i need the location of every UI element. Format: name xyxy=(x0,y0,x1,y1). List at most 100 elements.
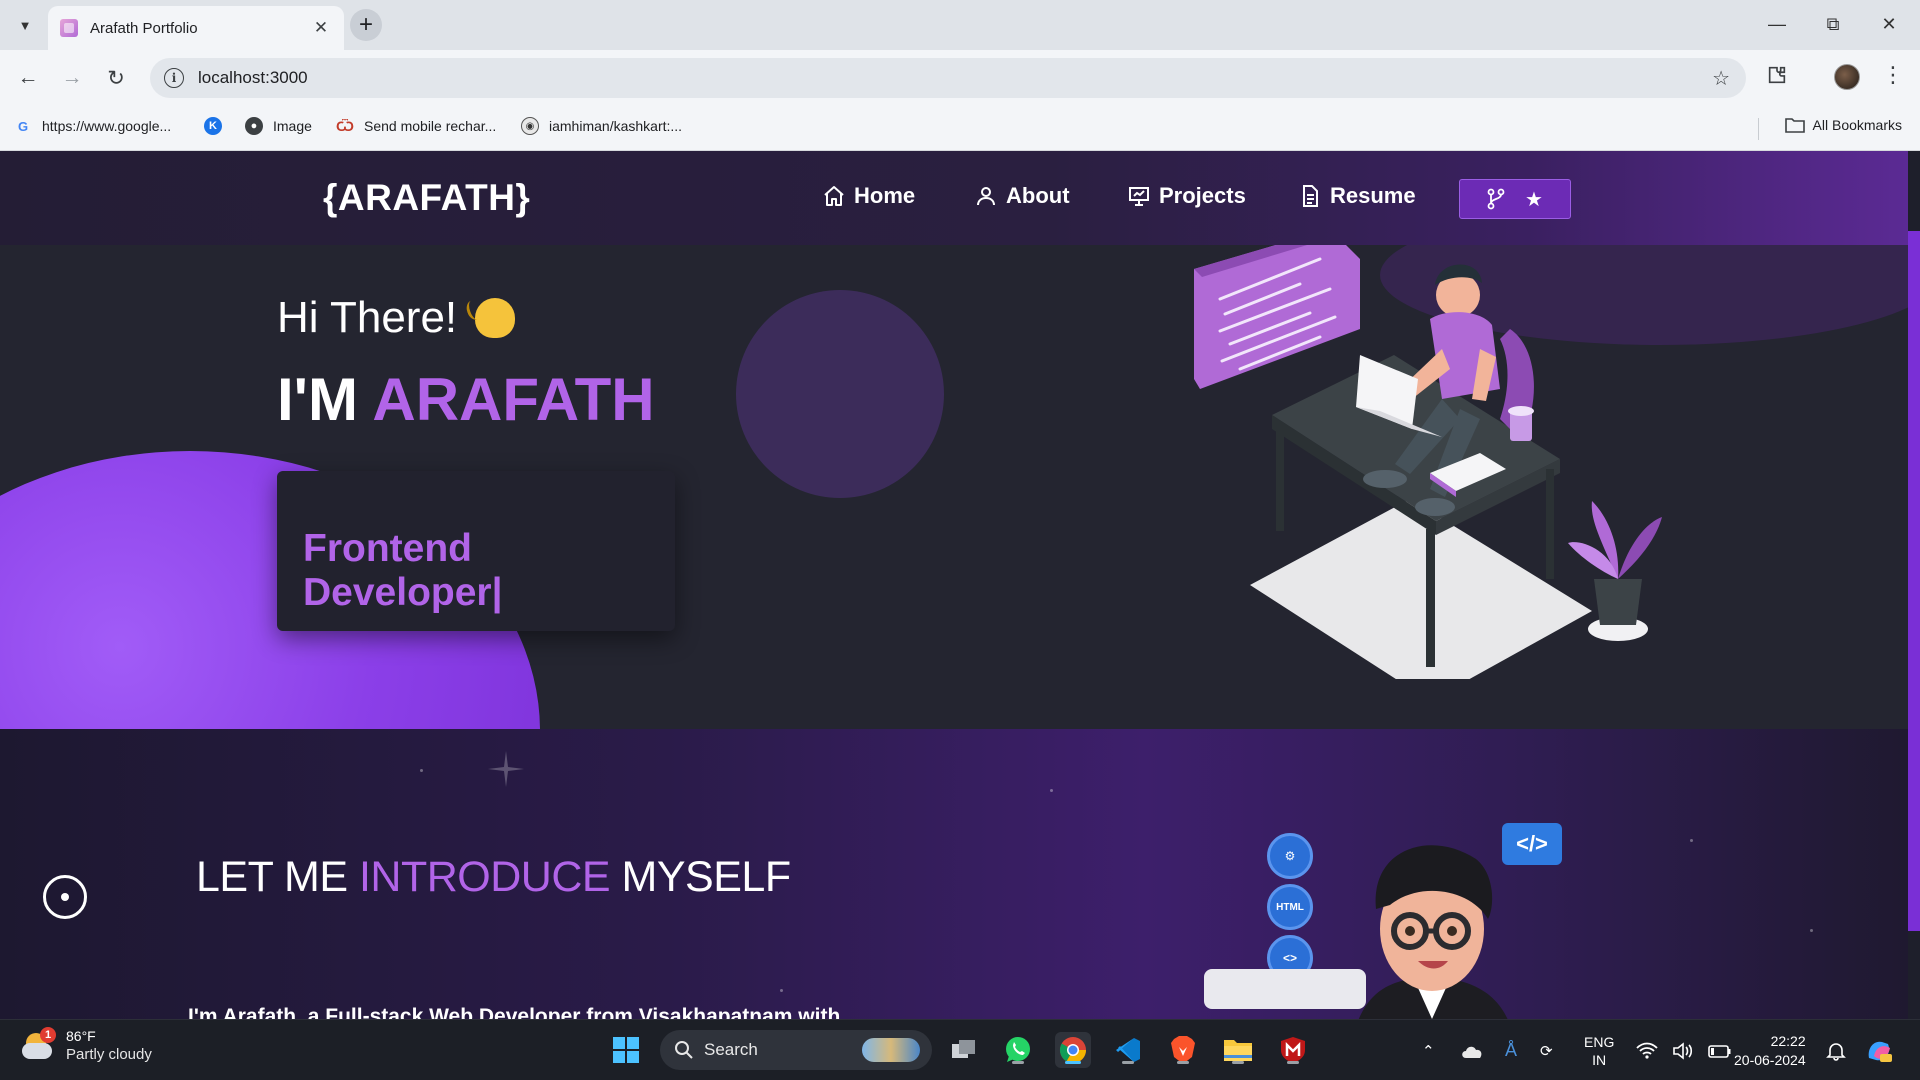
new-tab-button[interactable]: + xyxy=(350,9,382,41)
nav-resume-label: Resume xyxy=(1330,183,1416,208)
extensions-puzzle-icon[interactable] xyxy=(1766,64,1788,92)
notification-icon[interactable] xyxy=(1826,1020,1846,1080)
url-text[interactable]: localhost:3000 xyxy=(198,68,308,88)
browser-tabbar: ▼ Arafath Portfolio ✕ + — ⧉ ✕ xyxy=(0,0,1920,50)
volume-icon xyxy=(1673,1041,1693,1060)
minimize-button[interactable]: — xyxy=(1754,8,1800,40)
taskbar-search[interactable]: Search xyxy=(660,1030,932,1070)
language-code: ENG xyxy=(1584,1033,1615,1050)
running-indicator xyxy=(1232,1061,1244,1064)
bookmark-label: iamhiman/kashkart:... xyxy=(549,118,683,134)
bluetooth-icon[interactable]: Å xyxy=(1505,1020,1517,1080)
nav-home-label: Home xyxy=(854,183,916,208)
hero-name-accent: ARAFATH xyxy=(372,366,655,433)
about-title-part2: MYSELF xyxy=(621,853,792,901)
region-code: IN xyxy=(1592,1051,1607,1068)
developer-desk-illustration xyxy=(1194,245,1662,679)
document-icon xyxy=(1303,185,1318,207)
search-placeholder: Search xyxy=(704,1040,758,1059)
search-highlight-image xyxy=(862,1038,920,1062)
weather-widget[interactable]: 1 86°F Partly cloudy xyxy=(22,1026,152,1063)
language-indicator[interactable]: ENG IN xyxy=(1584,1020,1614,1080)
bookmark-label: Send mobile rechar... xyxy=(364,118,497,134)
decorative-star xyxy=(1050,789,1053,792)
hero-name: I'M ARAFATH xyxy=(277,365,655,434)
task-view-icon[interactable] xyxy=(946,1032,982,1068)
about-title-accent: INTRODUCE xyxy=(358,853,611,901)
site-logo[interactable]: {ARAFATH} xyxy=(323,177,530,219)
decorative-star xyxy=(1690,839,1693,842)
site-info-icon[interactable]: i xyxy=(164,68,184,88)
bookmark-star-icon[interactable]: ☆ xyxy=(1712,66,1730,91)
whatsapp-icon[interactable] xyxy=(1000,1032,1036,1068)
bookmark-github[interactable]: ◉ iamhiman/kashkart:... xyxy=(521,117,682,135)
blue-k-icon: K xyxy=(204,117,222,135)
all-bookmarks[interactable]: All Bookmarks xyxy=(1784,117,1902,133)
clock-date: 20-06-2024 xyxy=(1734,1051,1806,1068)
restore-button[interactable]: ⧉ xyxy=(1810,8,1856,40)
iam-prefix: I'M xyxy=(277,366,358,433)
sync-icon[interactable]: ⟳ xyxy=(1540,1020,1553,1080)
code-badge: </> xyxy=(1502,823,1562,865)
scrollbar-thumb[interactable] xyxy=(1908,231,1920,931)
windows-start-icon[interactable] xyxy=(608,1032,644,1068)
all-bookmarks-label: All Bookmarks xyxy=(1812,117,1902,133)
bookmark-image[interactable]: ● Image xyxy=(245,117,312,135)
clock[interactable]: 22:22 20-06-2024 xyxy=(1734,1020,1806,1080)
paytm-icon: Ѿ xyxy=(336,118,354,134)
about-section: LET ME INTRODUCE MYSELF I'm Arafath, a F… xyxy=(0,729,1908,1019)
user-icon xyxy=(977,187,995,206)
hero-greeting: Hi There! xyxy=(277,293,516,343)
tab-favicon-icon xyxy=(60,19,78,37)
running-indicator xyxy=(1012,1061,1024,1064)
nav-about[interactable]: About xyxy=(974,183,1070,209)
copilot-icon[interactable] xyxy=(1864,1020,1894,1080)
vscode-icon[interactable] xyxy=(1110,1032,1146,1068)
onedrive-icon[interactable] xyxy=(1460,1020,1484,1080)
search-icon xyxy=(675,1041,693,1059)
reload-icon[interactable]: ↻ xyxy=(100,62,132,94)
bookmark-k[interactable]: K xyxy=(204,117,232,135)
nav-resume[interactable]: Resume xyxy=(1298,183,1416,209)
address-bar[interactable]: i localhost:3000 ☆ xyxy=(150,58,1746,98)
bookmarks-divider xyxy=(1758,118,1759,140)
file-explorer-icon[interactable] xyxy=(1220,1032,1256,1068)
presentation-icon xyxy=(1129,187,1149,206)
chrome-icon[interactable] xyxy=(1055,1032,1091,1068)
mcafee-icon[interactable] xyxy=(1275,1032,1311,1068)
nav-home[interactable]: Home xyxy=(822,183,915,209)
browser-tab[interactable]: Arafath Portfolio ✕ xyxy=(48,6,344,50)
system-tray-icons[interactable] xyxy=(1636,1020,1732,1080)
decorative-star xyxy=(780,989,783,992)
about-title-part1: LET ME xyxy=(196,853,348,901)
show-hidden-icons[interactable]: ⌃ xyxy=(1422,1020,1435,1080)
brave-icon[interactable] xyxy=(1165,1032,1201,1068)
bookmark-recharge[interactable]: Ѿ Send mobile rechar... xyxy=(336,117,496,135)
waving-hand-icon xyxy=(475,298,516,338)
greeting-text: Hi There! xyxy=(277,293,458,342)
page-scrollbar[interactable] xyxy=(1908,151,1920,1019)
github-fork-star-button[interactable]: ★ xyxy=(1459,179,1571,219)
bookmark-label: Image xyxy=(273,118,312,134)
battery-icon xyxy=(1708,1044,1731,1058)
profile-avatar[interactable] xyxy=(1834,64,1860,90)
nav-projects[interactable]: Projects xyxy=(1127,183,1246,209)
windows-taskbar: 1 86°F Partly cloudy Search ⌃ Å ⟳ ENG IN… xyxy=(0,1019,1920,1080)
running-indicator xyxy=(1287,1061,1299,1064)
decorative-star xyxy=(1810,929,1813,932)
tab-search-chevron-icon[interactable]: ▼ xyxy=(12,12,38,38)
active-indicator xyxy=(1065,1061,1081,1064)
folder-icon xyxy=(1784,118,1805,133)
weather-badge: 1 xyxy=(40,1026,56,1043)
clock-time: 22:22 xyxy=(1770,1032,1806,1049)
decorative-circle xyxy=(736,290,944,498)
github-icon: ◉ xyxy=(521,117,539,135)
nav-projects-label: Projects xyxy=(1159,183,1246,208)
close-window-button[interactable]: ✕ xyxy=(1866,8,1912,40)
star-icon: ★ xyxy=(1525,188,1543,211)
tab-close-icon[interactable]: ✕ xyxy=(310,18,332,38)
browser-menu-icon[interactable]: ⋮ xyxy=(1882,62,1904,88)
forward-arrow-icon[interactable]: → xyxy=(56,62,88,94)
bookmark-google[interactable]: G https://www.google... xyxy=(14,117,171,135)
back-arrow-icon[interactable]: ← xyxy=(12,62,44,94)
